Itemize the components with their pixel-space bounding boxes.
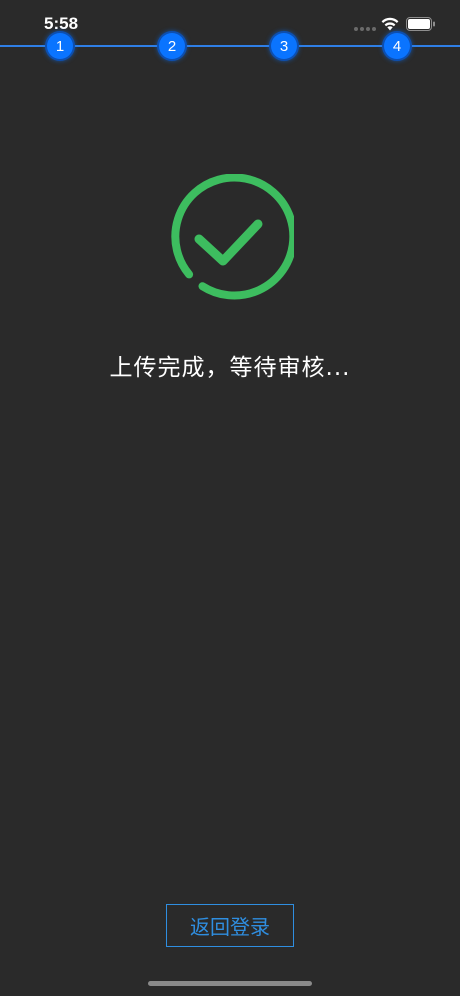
status-time: 5:58: [44, 14, 79, 33]
back-to-login-button[interactable]: 返回登录: [166, 904, 294, 947]
check-circle-icon: [171, 174, 294, 300]
cellular-signal-icon: [354, 27, 376, 31]
home-indicator[interactable]: [148, 981, 312, 986]
battery-icon: [406, 17, 435, 31]
step-indicator-4: 4: [384, 33, 410, 59]
step-indicator-2: 2: [159, 33, 185, 59]
step-indicator-1: 1: [47, 33, 73, 59]
wifi-icon: [381, 17, 399, 31]
step-indicator-3: 3: [271, 33, 297, 59]
upload-status-message: 上传完成，等待审核...: [109, 355, 351, 381]
